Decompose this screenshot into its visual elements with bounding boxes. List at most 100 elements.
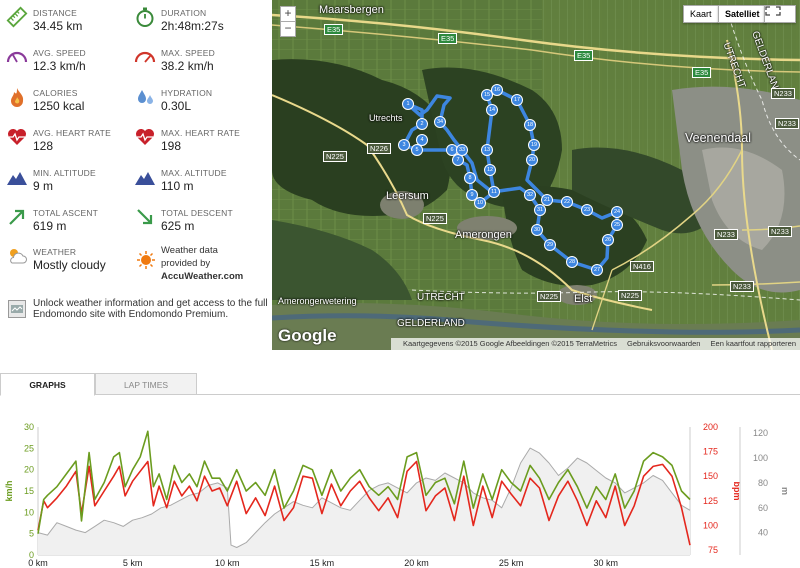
weather-data-line1: Weather data	[161, 245, 218, 256]
stat-value: 619 m	[33, 219, 67, 233]
stat-label: MAX. SPEED	[161, 48, 215, 58]
weather-data-line2: provided by	[161, 258, 211, 269]
route-marker[interactable]: 18	[524, 119, 536, 131]
route-marker[interactable]: 13	[481, 144, 493, 156]
stat-max-heart-rate: MAX. HEART RATE 198	[128, 122, 258, 158]
graph-tabs: GRAPHS LAP TIMES	[0, 373, 800, 396]
y-right1-tick-label: 175	[703, 447, 718, 457]
y-right1-tick-label: 150	[703, 471, 718, 481]
stat-value: 1250 kcal	[33, 99, 85, 113]
speedometer-icon	[6, 51, 28, 63]
tab-lap-times[interactable]: LAP TIMES	[95, 373, 197, 395]
route-marker[interactable]: 20	[526, 154, 538, 166]
stat-label: TOTAL DESCENT	[161, 208, 233, 218]
place-utrechts: Utrechts	[369, 113, 403, 123]
route-marker[interactable]: 10	[474, 197, 486, 209]
stat-value: 110 m	[161, 179, 194, 193]
route-marker[interactable]: 12	[484, 164, 496, 176]
y-right2-axis-label: m	[780, 487, 790, 495]
route-marker[interactable]: 16	[491, 84, 503, 96]
road-n226: N226	[367, 143, 391, 154]
map-type-map-button[interactable]: Kaart	[683, 5, 719, 23]
cloud-sun-icon	[10, 249, 27, 264]
route-marker[interactable]: 1	[402, 98, 414, 110]
route-marker[interactable]: 23	[581, 204, 593, 216]
report-map-error-link[interactable]: Een kaartfout rapporteren	[711, 339, 796, 348]
stat-avg-speed: AVG. SPEED 12.3 km/h	[0, 42, 130, 78]
zoom-in-button[interactable]: +	[280, 6, 296, 22]
route-marker[interactable]: 29	[544, 239, 556, 251]
route-marker[interactable]: 33	[456, 144, 468, 156]
stat-label: TOTAL ASCENT	[33, 208, 99, 218]
y-right2-tick-label: 60	[758, 503, 768, 513]
zoom-out-button[interactable]: −	[280, 21, 296, 37]
stat-max-speed: MAX. SPEED 38.2 km/h	[128, 42, 258, 78]
map-type-satellite-button[interactable]: Satelliet	[718, 5, 767, 23]
stat-value: 2h:48m:27s	[161, 19, 224, 33]
route-marker[interactable]: 17	[511, 94, 523, 106]
road-n233-1: N233	[771, 88, 795, 99]
y-left-tick-label: 10	[24, 507, 34, 517]
route-marker[interactable]: 25	[611, 219, 623, 231]
road-e35-2: E35	[438, 33, 458, 44]
fullscreen-button[interactable]	[764, 5, 796, 23]
route-marker[interactable]: 30	[531, 224, 543, 236]
map-attribution-text: Kaartgegevens ©2015 Google Afbeeldingen …	[402, 339, 617, 348]
route-marker[interactable]: 31	[534, 204, 546, 216]
route-map[interactable]: 1 2 3 4 5 6 7 8 9 10 11 12 13 14 15 16 17 18 19 20 21 22 23 24 2…	[272, 0, 800, 350]
route-marker[interactable]: 22	[561, 196, 573, 208]
road-n416: N416	[630, 261, 654, 272]
route-marker[interactable]: 27	[591, 264, 603, 276]
route-marker[interactable]: 3	[398, 139, 410, 151]
road-n225-1: N225	[323, 151, 347, 162]
route-marker[interactable]: 32	[524, 189, 536, 201]
arrow-up-right-icon	[9, 209, 25, 225]
stat-max-altitude: MAX. ALTITUDE 110 m	[128, 162, 258, 198]
stat-label: WEATHER	[33, 247, 77, 257]
y-left-tick-label: 15	[24, 486, 34, 496]
tab-graphs[interactable]: GRAPHS	[0, 373, 95, 396]
route-marker[interactable]: 2	[416, 118, 428, 130]
stat-weather: WEATHER Mostly cloudy	[0, 241, 130, 277]
stat-value: 0.30L	[161, 99, 192, 113]
road-n225-3: N225	[537, 291, 561, 302]
province-gelderland: GELDERLAND	[397, 318, 465, 329]
stat-label: AVG. SPEED	[33, 48, 86, 58]
route-marker[interactable]: 5	[411, 144, 423, 156]
y-right1-tick-label: 75	[708, 545, 718, 555]
stat-calories: CALORIES 1250 kcal	[0, 82, 130, 118]
stat-label: DISTANCE	[33, 8, 77, 18]
place-elst: Elst	[574, 293, 593, 305]
x-tick-label: 5 km	[123, 558, 143, 568]
stat-label: CALORIES	[33, 88, 78, 98]
stat-avg-heart-rate: AVG. HEART RATE 128	[0, 122, 130, 158]
accuweather-link[interactable]: AccuWeather.com	[161, 271, 243, 282]
route-marker[interactable]: 28	[566, 256, 578, 268]
route-marker[interactable]: 8	[464, 172, 476, 184]
x-tick-label: 20 km	[404, 558, 429, 568]
heart-pulse-icon	[136, 129, 154, 145]
y-right2-tick-label: 100	[753, 453, 768, 463]
y-left-axis-label: km/h	[4, 480, 14, 501]
stat-value: 9 m	[33, 179, 54, 193]
route-marker[interactable]: 19	[528, 139, 540, 151]
mountain-icon	[7, 172, 27, 185]
stat-label: AVG. HEART RATE	[33, 128, 111, 138]
place-veenendaal: Veenendaal	[685, 131, 752, 145]
place-amerongen: Amerongen	[455, 229, 512, 241]
route-marker[interactable]: 11	[488, 186, 500, 198]
stat-value: 38.2 km/h	[161, 59, 214, 73]
road-n225-4: N225	[618, 290, 642, 301]
route-marker[interactable]: 34	[434, 116, 446, 128]
accuweather-sun-icon	[137, 251, 155, 269]
workout-graph: 0 km 5 km 10 km 15 km 20 km 25 km 30 km0510152…	[4, 422, 790, 568]
stat-label: MAX. ALTITUDE	[161, 168, 227, 178]
map-attribution: Kaartgegevens ©2015 Google Afbeeldingen …	[390, 338, 800, 350]
route-marker[interactable]: 26	[602, 234, 614, 246]
route-marker[interactable]: 14	[486, 104, 498, 116]
terms-link[interactable]: Gebruiksvoorwaarden	[627, 339, 700, 348]
weather-data-credit: Weather data provided by AccuWeather.com	[161, 244, 243, 283]
route-marker[interactable]: 24	[611, 206, 623, 218]
stat-label: DURATION	[161, 8, 207, 18]
stat-hydration: HYDRATION 0.30L	[128, 82, 258, 118]
